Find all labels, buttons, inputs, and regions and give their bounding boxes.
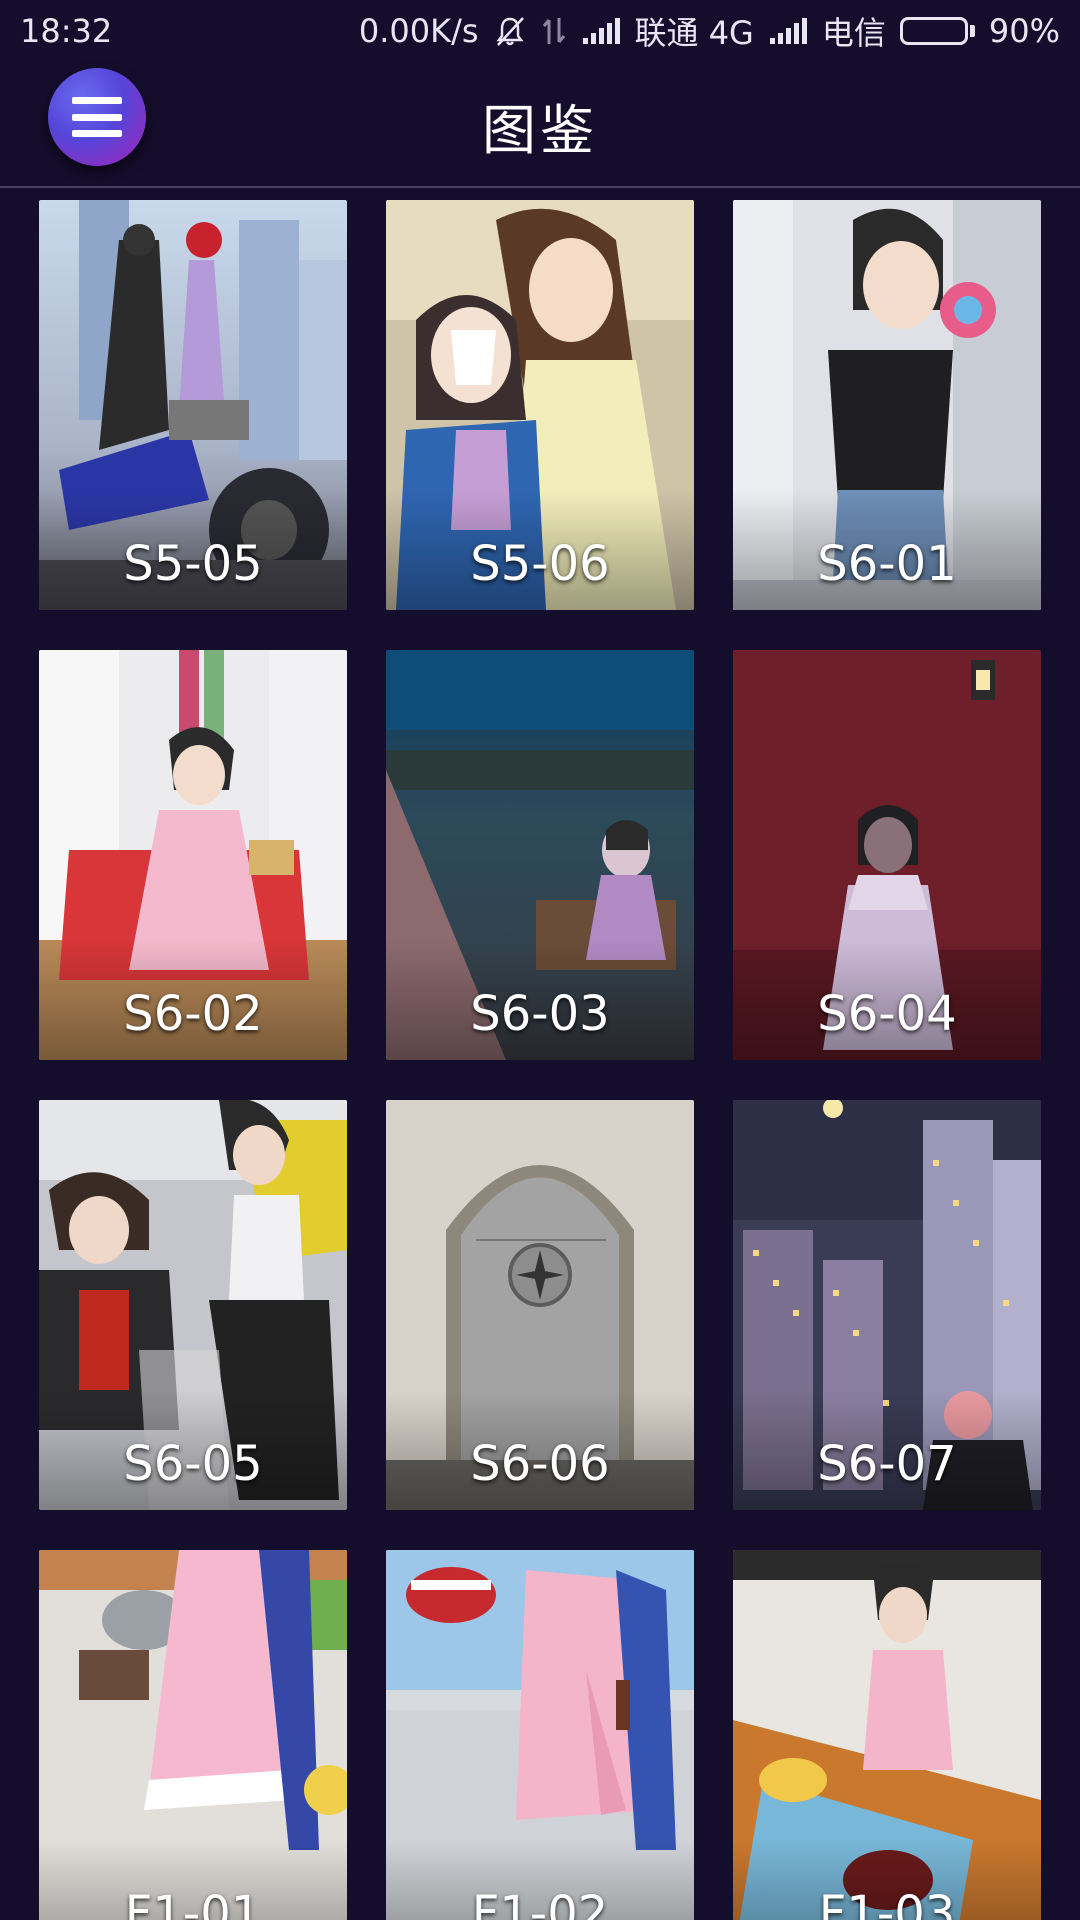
gallery-card[interactable]: S6-05 — [39, 1100, 347, 1510]
gallery-card[interactable]: S6-02 — [39, 650, 347, 1060]
bell-off-icon — [493, 14, 527, 48]
card-label: S6-03 — [470, 986, 610, 1042]
gallery-card[interactable]: S6-07 — [733, 1100, 1041, 1510]
signal-icon — [581, 16, 621, 46]
data-arrows-icon — [541, 14, 567, 48]
gallery-grid: S5-05 S5-06 S6-01 S6-02 S6-03 S6-04 S6-0… — [0, 190, 1080, 1920]
gallery-card[interactable]: S5-06 — [386, 200, 694, 610]
app-root: 18:32 0.00K/s 联通 4G 电信 90% 图鉴 S5-05 S5-0… — [0, 0, 1080, 1920]
card-label: S5-06 — [470, 536, 610, 592]
gallery-card[interactable]: F1-01 — [39, 1550, 347, 1920]
net-speed: 0.00K/s — [358, 12, 479, 50]
gallery-card[interactable]: F1-02 — [386, 1550, 694, 1920]
gallery-card[interactable]: S6-06 — [386, 1100, 694, 1510]
app-header: 图鉴 — [0, 62, 1080, 188]
card-label: F1-03 — [818, 1886, 956, 1920]
card-label: S5-05 — [123, 536, 263, 592]
carrier-primary: 联通 4G — [634, 14, 754, 52]
carrier-secondary: 电信 — [821, 14, 886, 52]
card-label: S6-05 — [123, 1436, 263, 1492]
gallery-card[interactable]: S6-03 — [386, 650, 694, 1060]
gallery-card[interactable]: S5-05 — [39, 200, 347, 610]
card-label: S6-06 — [470, 1436, 610, 1492]
card-label: F1-01 — [124, 1886, 262, 1920]
card-label: F1-02 — [471, 1886, 609, 1920]
battery-percent: 90% — [988, 12, 1060, 50]
card-label: S6-04 — [817, 986, 957, 1042]
page-title: 图鉴 — [482, 99, 598, 162]
card-label: S6-01 — [817, 536, 957, 592]
status-bar: 18:32 0.00K/s 联通 4G 电信 90% — [0, 0, 1080, 62]
card-label: S6-07 — [817, 1436, 957, 1492]
signal-icon — [768, 16, 808, 46]
gallery-card[interactable]: S6-04 — [733, 650, 1041, 1060]
gallery-card[interactable]: S6-01 — [733, 200, 1041, 610]
card-label: S6-02 — [123, 986, 263, 1042]
gallery-card[interactable]: F1-03 — [733, 1550, 1041, 1920]
status-time: 18:32 — [20, 12, 113, 50]
battery-icon — [899, 17, 975, 45]
